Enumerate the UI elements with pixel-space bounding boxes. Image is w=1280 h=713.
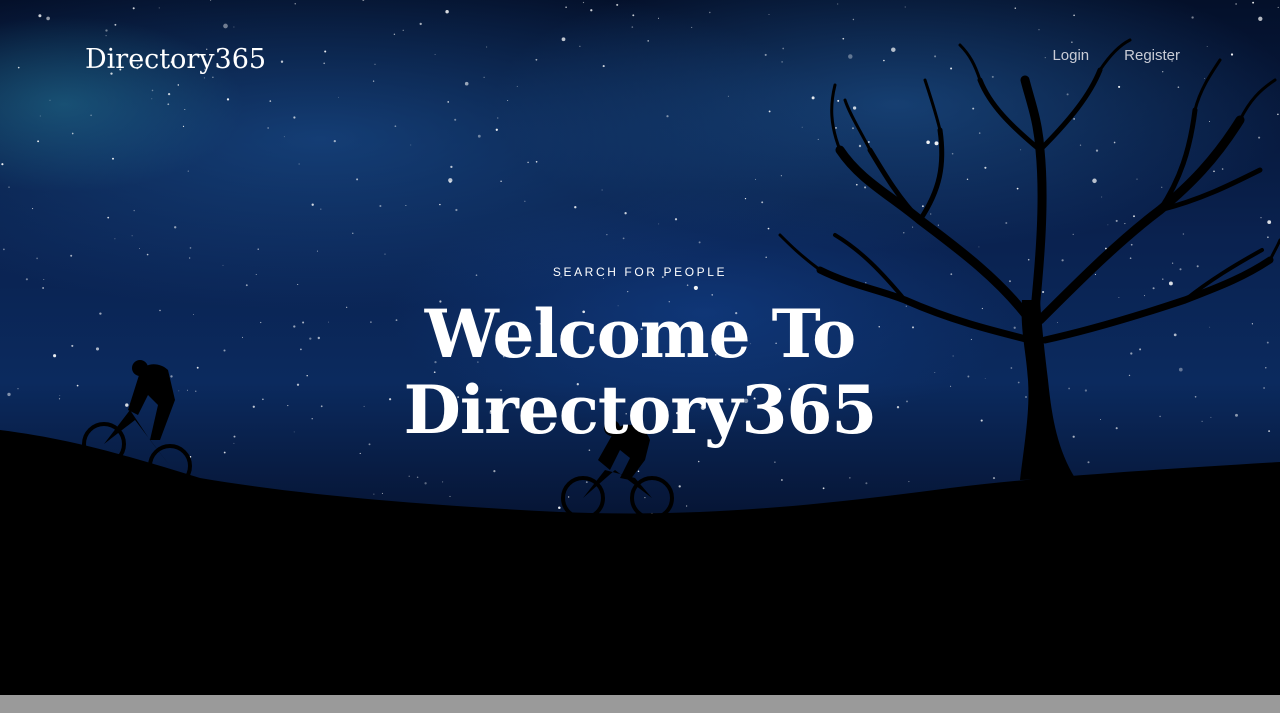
hero-headline-line1: Welcome To [424,295,856,373]
hero-eyebrow: SEARCH FOR PEOPLE [552,265,728,279]
nav-register-link[interactable]: Register [1124,44,1180,68]
hero-headline: Welcome To Directory365 [340,296,940,448]
hero-headline-line2: Directory365 [403,371,878,449]
footer-strip [0,695,1280,713]
hero-section: Directory365 Login Register SEARCH FOR P… [0,0,1280,695]
brand-logo[interactable]: Directory365 [85,40,266,80]
top-nav: Login Register [1052,44,1180,68]
nav-login-link[interactable]: Login [1052,44,1089,68]
